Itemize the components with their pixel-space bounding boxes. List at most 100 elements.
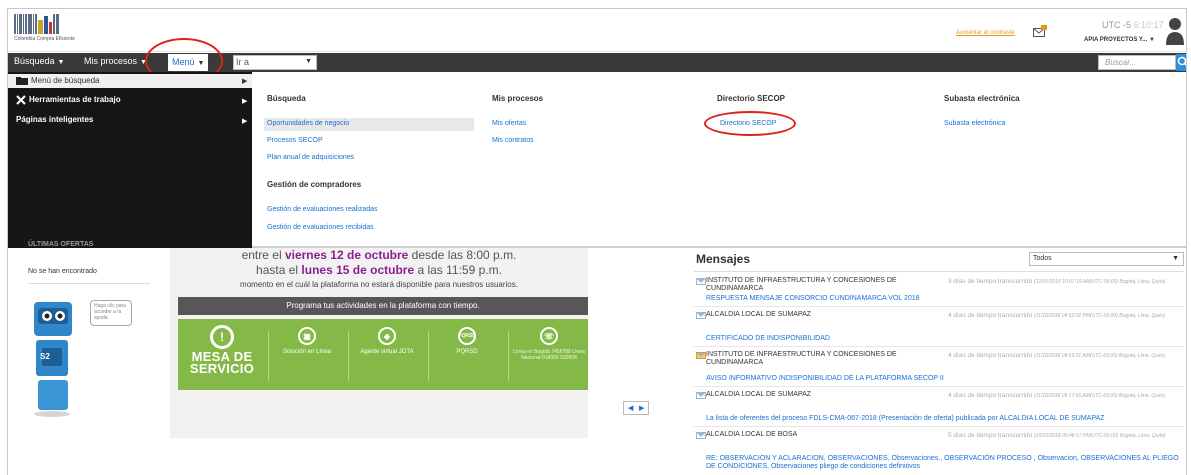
mesa-line-2: SERVICIO [189,361,255,376]
solucion-label: Solución en Línea [282,349,332,355]
open-envelope-icon [696,352,706,359]
message-from: ALCALDIA LOCAL DE SUMAPAZ [706,391,812,398]
divider [28,283,150,284]
chevron-down-icon: ▼ [1172,255,1179,262]
monitor-icon: ▣ [298,327,316,345]
link-subasta[interactable]: Subasta electrónica [944,120,1005,127]
message-subject[interactable]: La lista de oferentes del proceso FDLS-C… [706,415,1184,423]
tools-icon [16,95,26,105]
linea-telefono-button[interactable]: ☏ Línea en Bogotá 7456788 Línea Nacional… [512,319,586,390]
user-name[interactable]: APIA PROYECTOS Y... [1084,37,1147,43]
envelope-icon [696,432,706,439]
search-placeholder: Buscar... [1105,58,1137,67]
contrast-link[interactable]: Aumentar el contraste [956,30,1015,36]
mesa-servicio[interactable]: ! MESA DE SERVICIO [188,319,256,375]
divider [694,271,1184,272]
pqrsd-button[interactable]: PQRSD PQRSD [432,319,502,390]
notice-line-1: entre el viernes 12 de octubre desde las… [170,248,588,262]
chat-icon: ◆ [378,327,396,345]
envelope-icon [696,392,706,399]
chevron-down-icon: ▼ [305,58,312,65]
search-button[interactable] [1176,54,1186,71]
link-evaluaciones-realizadas[interactable]: Gestión de evaluaciones realizadas [267,206,378,213]
notice-l2-a: hasta el [256,263,302,277]
message-subject[interactable]: RESPUESTA MENSAJE CONSORCIO CUNDINAMARCA… [706,295,1184,303]
ir-a-label: Ir a [236,57,250,67]
envelope-icon [696,312,706,319]
message-time: 3 días de tiempo transcurrido (12/10/201… [948,277,1186,287]
leftmenu-item-label: Páginas inteligentes [16,115,94,124]
ultimas-ofertas-title: ÚLTIMAS OFERTAS [28,241,94,248]
search-input[interactable]: Buscar... [1098,55,1176,70]
next-arrow-icon[interactable]: ▶ [639,404,644,412]
leftmenu-item-herramientas[interactable]: Herramientas de trabajo [16,95,121,105]
chevron-down-icon[interactable]: ▼ [1149,37,1155,43]
link-evaluaciones-recibidas[interactable]: Gestión de evaluaciones recibidas [267,224,374,231]
link-mis-ofertas[interactable]: Mis ofertas [492,120,526,127]
link-procesos-secop[interactable]: Procesos SECOP [267,137,323,144]
chevron-down-icon: ▼ [57,59,65,66]
menu-busqueda[interactable]: Búsqueda ▼ [14,56,64,66]
message-time: 4 días de tiempo transcurrido (11/10/201… [948,311,1186,321]
notice-l1-date: viernes 12 de octubre [284,248,409,262]
menu-mis-procesos[interactable]: Mis procesos ▼ [84,56,147,66]
help-bubble[interactable]: Haga clic para acceder a la ayuda [90,300,132,326]
solucion-en-linea-button[interactable]: ▣ Solución en Línea [272,319,342,390]
folder-icon [16,76,28,85]
time-detail: (10/10/2018 05:48:17 PM(UTC-05:00) Bogot… [1034,433,1166,439]
chevron-right-icon: ▶ [242,98,248,105]
help-robot-icon[interactable] [30,298,80,418]
ir-a-select[interactable]: Ir a ▼ [233,55,317,70]
chevron-right-icon: ▶ [242,118,248,125]
notice-line-2: hasta el lunes 15 de octubre a las 11:59… [170,263,588,277]
message-from: INSTITUTO DE INFRAESTRUCTURA Y CONCESION… [706,277,897,292]
divider [694,386,1184,387]
annotation-ring-directorio [704,111,796,136]
notice-l2-c: a las 11:59 p.m. [414,263,502,277]
message-subject[interactable]: RE: OBSERVACION Y ACLARACION, OBSERVACIO… [706,455,1184,471]
link-oportunidades[interactable]: Oportunidades de negocio [267,120,349,127]
time-detail: (11/10/2018 09:17:56 AM(UTC-05:00) Bogot… [1034,393,1165,399]
utc-label: UTC -5 [1102,20,1131,30]
leftmenu-item-paginas[interactable]: Páginas inteligentes [16,115,93,124]
robot-badge: S2 [40,352,50,361]
pqrsd-icon: PQRSD [458,327,476,345]
dropdown-heading-busqueda: Búsqueda [267,94,306,103]
time-detail: (11/10/2018 04:52:02 PM(UTC-05:00) Bogot… [1034,313,1166,319]
colombia-compra-logo[interactable]: Colombia Compra Eficiente [14,14,75,48]
message-time: 4 días de tiempo transcurrido (11/10/201… [948,351,1186,361]
mensajes-filter-select[interactable]: Todos ▼ [1029,252,1184,266]
notice-banner: Programa tus actividades en la plataform… [178,297,588,315]
dropdown-heading-mis-procesos: Mis procesos [492,94,544,103]
link-mis-contratos[interactable]: Mis contratos [492,137,534,144]
agente-virtual-button[interactable]: ◆ Agente virtual JOTA [352,319,422,390]
separator [268,331,269,381]
dropdown-heading-subasta: Subasta electrónica [944,94,1020,103]
user-avatar-icon[interactable] [1165,15,1185,45]
separator [348,331,349,381]
link-plan-anual[interactable]: Plan anual de adquisiciones [267,154,354,161]
prev-arrow-icon[interactable]: ◀ [628,404,633,412]
message-time: 5 días de tiempo transcurrido (10/10/201… [948,431,1186,441]
utc-clock: UTC -5 6:10:17 [1102,20,1164,30]
notice-line-3: momento en el cuál la plataforma no esta… [240,280,518,289]
message-from: INSTITUTO DE INFRAESTRUCTURA Y CONCESION… [706,351,897,366]
dropdown-heading-gestion: Gestión de compradores [267,180,362,189]
clock-value: 6:10:17 [1133,20,1164,30]
mesa-servicio-panel: ! MESA DE SERVICIO ▣ Solución en Línea ◆… [178,319,588,390]
envelope-icon [696,278,706,285]
message-subject[interactable]: CERTIFICADO DE INDISPONIBILIDAD [706,335,1184,343]
search-icon [1177,56,1186,67]
message-subject[interactable]: AVISO INFORMATIVO INDISPONIBILIDAD DE LA… [706,375,1184,383]
mensajes-title: Mensajes [696,252,751,266]
maintenance-notice: entre el viernes 12 de octubre desde las… [170,248,588,438]
leftmenu-item-busqueda[interactable]: Menú de búsqueda [8,74,252,88]
time-detail: (11/10/2018 09:59:21 AM(UTC-05:00) Bogot… [1034,353,1165,359]
menu-mis-procesos-label: Mis procesos [84,56,138,66]
info-icon: ! [210,325,234,349]
agente-label: Agente virtual JOTA [360,349,414,355]
carousel-arrows: ◀ ▶ [623,401,649,415]
mail-icon[interactable] [1033,25,1047,37]
time-elapsed: 5 días de tiempo transcurrido [948,432,1033,439]
leftmenu-item-label: Herramientas de trabajo [29,95,121,105]
